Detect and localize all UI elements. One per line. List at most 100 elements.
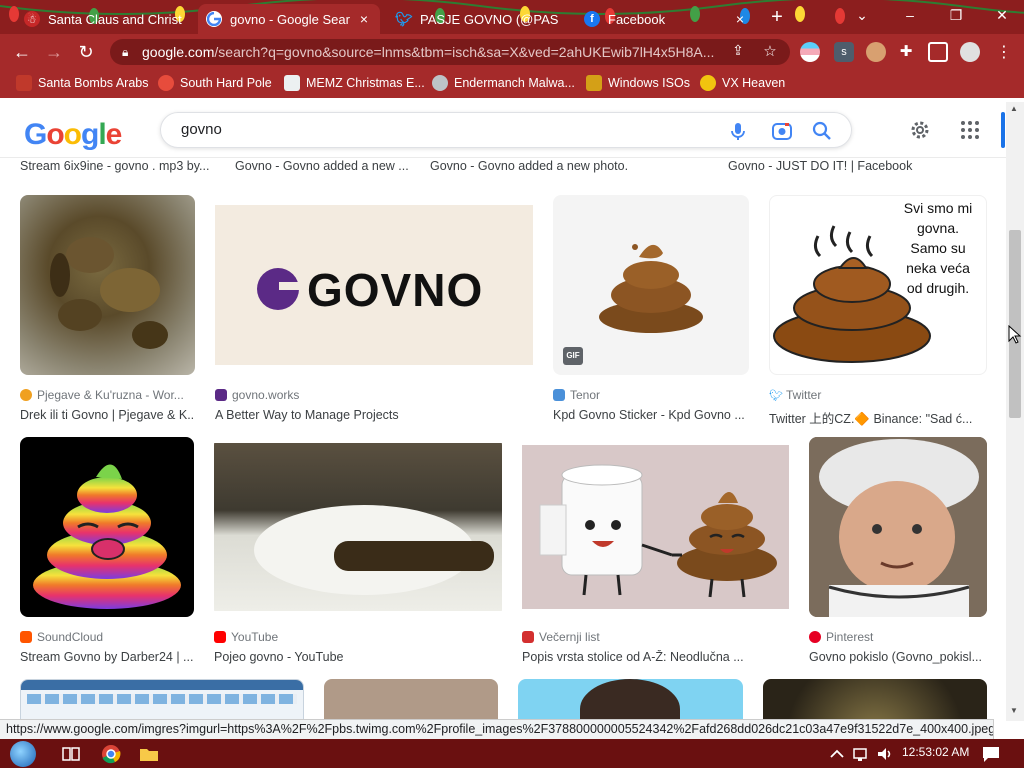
side-panel-icon[interactable] [928, 42, 948, 62]
bookmark-south-hard-pole[interactable]: South Hard Pole [158, 75, 272, 91]
bookmark-label: MEMZ Christmas E... [306, 76, 425, 90]
bookmark-santa-bombs-arabs[interactable]: Santa Bombs Arabs [16, 75, 148, 91]
microphone-icon[interactable] [727, 120, 749, 142]
result-thumbnail[interactable]: GOVNO [215, 195, 533, 375]
result-caption[interactable]: Twitter 上的CZ.🔶 Binance: "Sad ć... [769, 408, 987, 427]
vecernji-list-icon [522, 631, 534, 643]
close-tab-icon[interactable]: × [732, 11, 748, 27]
toilet-paper-poop-illustration [522, 445, 789, 609]
result-source: Pinterest [809, 630, 873, 644]
windows-taskbar: 12:53:02 AM [0, 739, 1024, 768]
forward-icon[interactable]: → [42, 41, 66, 63]
share-icon[interactable]: ⇪ [728, 42, 748, 62]
extension-avatar-icon[interactable] [866, 42, 886, 62]
new-tab-button[interactable]: + [766, 6, 788, 29]
tab-santa-claus[interactable]: ☃ Santa Claus and Christ [16, 4, 190, 34]
result-thumbnail[interactable] [763, 679, 987, 721]
window-icon [284, 75, 300, 91]
result-thumbnail[interactable] [522, 437, 789, 617]
result-thumbnail[interactable] [214, 437, 502, 617]
scroll-up-arrow-icon[interactable]: ▲ [1010, 104, 1018, 113]
image-result-card[interactable]: Večernji list Popis vrsta stolice od A-Ž… [522, 437, 789, 664]
search-input[interactable]: govno [160, 112, 852, 148]
tab-facebook[interactable]: f Facebook × [576, 4, 756, 34]
bookmark-windows-isos[interactable]: Windows ISOs [586, 75, 690, 91]
result-caption[interactable]: Govno - Govno added a new ... [235, 159, 409, 173]
result-thumbnail[interactable] [20, 679, 304, 721]
tab-google-search[interactable]: govno - Google Search × [198, 4, 380, 34]
quote-line: Svi smo mi [903, 200, 973, 216]
result-thumbnail[interactable] [20, 437, 194, 617]
file-explorer-icon[interactable] [138, 743, 160, 765]
scroll-down-arrow-icon[interactable]: ▼ [1010, 706, 1018, 715]
image-result-card[interactable]: Pinterest Govno pokislo (Govno_pokisl... [809, 437, 987, 664]
action-center-icon[interactable] [980, 743, 1002, 765]
bookmark-endermanch[interactable]: Endermanch Malwa... [432, 75, 575, 91]
extension-flag-icon[interactable] [800, 42, 820, 62]
result-thumbnail[interactable]: GIF [553, 195, 749, 375]
result-caption[interactable]: Govno - Govno added a new photo. [430, 159, 628, 173]
taskbar-clock[interactable]: 12:53:02 AM [902, 745, 969, 759]
bookmark-vx-heaven[interactable]: VX Heaven [700, 75, 785, 91]
result-caption[interactable]: A Better Way to Manage Projects [215, 408, 533, 422]
menu-kebab-icon[interactable]: ⋮ [994, 42, 1014, 62]
settings-gear-icon[interactable] [908, 118, 932, 142]
result-thumbnail[interactable] [20, 195, 195, 375]
windows-start-icon[interactable] [10, 741, 36, 767]
result-thumbnail[interactable] [809, 437, 987, 617]
image-result-card[interactable] [20, 679, 304, 721]
tab-twitter[interactable]: 🐦︎ PASJE GOVNO (@PAS [388, 4, 568, 34]
result-caption[interactable]: Drek ili ti Govno | Pjegave & K... [20, 408, 195, 422]
result-caption[interactable]: Kpd Govno Sticker - Kpd Govno ... [553, 408, 749, 422]
close-tab-icon[interactable]: × [356, 11, 372, 27]
extension-s-icon[interactable]: s [834, 42, 854, 62]
scrollbar-thumb[interactable] [1009, 230, 1021, 418]
image-result-card[interactable]: GOVNO govno.works A Better Way to Manage… [215, 195, 533, 422]
bookmark-star-icon[interactable]: ☆ [760, 42, 780, 62]
logo-letter: l [98, 118, 106, 151]
google-icon [206, 11, 222, 27]
back-icon[interactable]: ← [10, 41, 34, 63]
minimize-icon[interactable]: – [888, 4, 932, 26]
show-hidden-icons-chevron[interactable] [826, 743, 848, 765]
image-result-card[interactable]: YouTube Pojeo govno - YouTube [214, 437, 502, 664]
image-result-card[interactable]: GIF Tenor Kpd Govno Sticker - Kpd Govno … [553, 195, 749, 422]
image-result-card[interactable] [518, 679, 743, 721]
restore-icon[interactable]: ❐ [934, 4, 978, 26]
quote-line: neka veća [906, 260, 970, 276]
search-icon[interactable] [811, 120, 833, 142]
result-thumbnail[interactable] [324, 679, 498, 721]
google-doodle-logo[interactable]: Google [24, 118, 122, 152]
image-result-card[interactable]: SoundCloud Stream Govno by Darber24 | ..… [20, 437, 194, 664]
google-lens-icon[interactable] [771, 120, 793, 142]
result-caption[interactable]: Stream 6ix9ine - govno . mp3 by... [20, 159, 209, 173]
result-caption[interactable]: Pojeo govno - YouTube [214, 650, 502, 664]
address-bar[interactable]: 🔒︎ google.com/search?q=govno&source=lnms… [110, 39, 790, 65]
task-view-icon[interactable] [60, 743, 82, 765]
image-result-card[interactable] [763, 679, 987, 721]
profile-avatar-icon[interactable] [960, 42, 980, 62]
close-window-icon[interactable]: ✕ [980, 4, 1024, 26]
chrome-taskbar-icon[interactable] [100, 743, 122, 765]
image-result-card[interactable]: Pjegave & Ku'ruzna - Wor... Drek ili ti … [20, 195, 195, 422]
page-scrollbar[interactable]: ▲ ▼ [1006, 102, 1024, 721]
result-source: 🐦︎ Twitter [769, 388, 821, 402]
result-thumbnail[interactable]: Svi smo mi govna. Samo su neka veća od d… [769, 195, 987, 375]
result-thumbnail[interactable] [518, 679, 743, 721]
extensions-puzzle-icon[interactable]: ✚ [896, 42, 916, 62]
apps-grid-icon[interactable] [958, 118, 982, 142]
volume-icon[interactable] [874, 743, 896, 765]
result-caption[interactable]: Govno pokislo (Govno_pokisl... [809, 650, 987, 664]
image-result-card[interactable]: Svi smo mi govna. Samo su neka veća od d… [769, 195, 987, 426]
network-icon[interactable] [850, 743, 872, 765]
result-caption[interactable]: Stream Govno by Darber24 | ... [20, 650, 194, 664]
reload-icon[interactable]: ↻ [74, 41, 98, 63]
tab-search-chevron-icon[interactable]: ⌄ [840, 4, 884, 26]
bookmark-memz[interactable]: MEMZ Christmas E... [284, 75, 425, 91]
bookmark-label: VX Heaven [722, 76, 786, 90]
tab-title: PASJE GOVNO (@PAS [420, 11, 559, 27]
result-caption[interactable]: Popis vrsta stolice od A-Ž: Neodlučna ..… [522, 650, 744, 664]
source-name: govno.works [232, 388, 300, 402]
image-result-card[interactable] [324, 679, 498, 721]
result-caption[interactable]: Govno - JUST DO IT! | Facebook [728, 159, 912, 173]
